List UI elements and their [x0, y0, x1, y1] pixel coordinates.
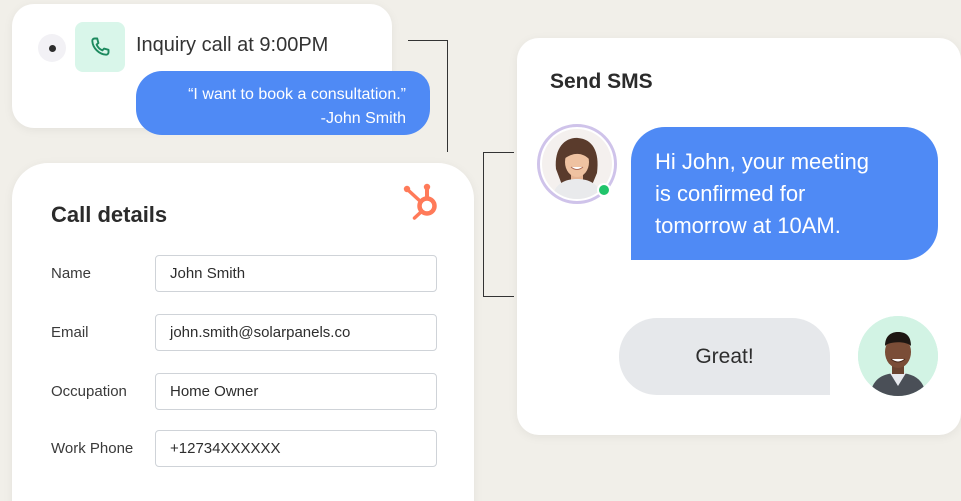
field-row-email: Email john.smith@solarpanels.co — [51, 314, 451, 352]
sms-message-bubble: Hi John, your meeting is confirmed for t… — [631, 127, 938, 260]
online-status-icon — [597, 183, 611, 197]
send-sms-title: Send SMS — [550, 70, 653, 93]
field-row-work-phone: Work Phone +12734XXXXXX — [51, 430, 451, 468]
occupation-field[interactable]: Home Owner — [155, 373, 437, 410]
call-details-card: Call details Name John Smith Email john.… — [12, 163, 474, 501]
email-field[interactable]: john.smith@solarpanels.co — [155, 314, 437, 351]
field-label: Email — [51, 324, 89, 341]
call-details-title: Call details — [51, 202, 168, 227]
quote-bubble: “I want to book a consultation.” -John S… — [136, 71, 430, 135]
field-label: Work Phone — [51, 440, 134, 457]
sms-message-line: Hi John, your meeting — [655, 149, 869, 174]
quote-author: -John Smith — [320, 110, 406, 127]
call-title: Inquiry call at 9:00PM — [136, 34, 329, 56]
hubspot-logo-icon — [400, 177, 446, 223]
connector-line — [483, 152, 514, 297]
work-phone-field[interactable]: +12734XXXXXX — [155, 430, 437, 467]
sms-message-line: is confirmed for — [655, 181, 806, 206]
field-row-occupation: Occupation Home Owner — [51, 373, 451, 411]
field-row-name: Name John Smith — [51, 255, 451, 293]
timeline-dot-icon — [38, 34, 66, 62]
quote-text: “I want to book a consultation.” — [188, 86, 406, 103]
send-sms-card: Send SMS Hi John, your meeting is confir… — [517, 38, 961, 435]
reply-bubble: Great! — [619, 318, 830, 395]
avatar — [858, 316, 938, 396]
sms-message-line: tomorrow at 10AM. — [655, 213, 841, 238]
name-field[interactable]: John Smith — [155, 255, 437, 292]
phone-icon — [75, 22, 125, 72]
field-label: Name — [51, 265, 92, 282]
field-label: Occupation — [51, 383, 127, 400]
